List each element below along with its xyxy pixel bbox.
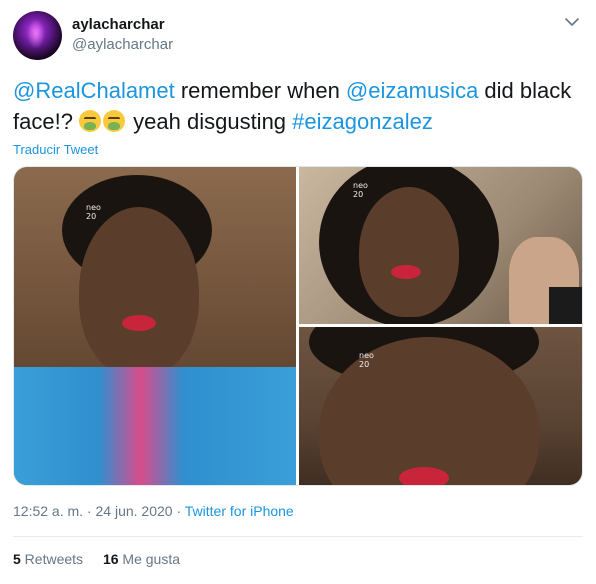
- photo-lips: [122, 315, 156, 331]
- photo-1[interactable]: neo 20: [14, 167, 296, 485]
- photo-clothing: [14, 367, 296, 485]
- mention-link[interactable]: @RealChalamet: [13, 78, 175, 103]
- watermark-line1: neo: [353, 181, 368, 190]
- photo-2[interactable]: neo 20: [299, 167, 582, 324]
- retweets-count: 5: [13, 551, 21, 567]
- nauseated-face-icon: [79, 110, 102, 132]
- watermark-line2: 20: [359, 360, 370, 369]
- photo-sleeve: [549, 287, 582, 324]
- media-grid: neo 20 neo 20 neo 20: [13, 166, 583, 486]
- chevron-down-icon[interactable]: [562, 12, 582, 32]
- likes-stat[interactable]: 16 Me gusta: [103, 551, 180, 567]
- tweet-time[interactable]: 12:52 a. m.: [13, 503, 83, 519]
- photo-3[interactable]: neo 20: [299, 327, 582, 485]
- retweets-stat[interactable]: 5 Retweets: [13, 551, 83, 567]
- nauseated-face-icon: [103, 110, 126, 132]
- tweet-text: @RealChalamet remember when @eizamusica …: [13, 75, 573, 137]
- watermark-line2: 20: [353, 190, 364, 199]
- watermark-line1: neo: [359, 351, 374, 360]
- tweet-stats: 5 Retweets 16 Me gusta: [13, 551, 180, 567]
- photo-face: [79, 207, 199, 377]
- hashtag-link[interactable]: #eizagonzalez: [292, 109, 433, 134]
- user-handle[interactable]: @aylacharchar: [72, 36, 173, 53]
- tweet-meta: 12:52 a. m. · 24 jun. 2020 · Twitter for…: [13, 503, 294, 519]
- photo-lips: [399, 467, 449, 485]
- retweets-label: Retweets: [20, 551, 84, 567]
- tweet-text-segment: yeah disgusting: [127, 109, 293, 134]
- translate-tweet-link[interactable]: Traducir Tweet: [13, 142, 98, 157]
- meta-separator: ·: [172, 503, 185, 519]
- photo-face: [359, 187, 459, 317]
- photo-lips: [391, 265, 421, 279]
- likes-label: Me gusta: [118, 551, 180, 567]
- avatar[interactable]: [13, 11, 62, 60]
- watermark-line2: 20: [86, 212, 97, 221]
- tweet-date[interactable]: 24 jun. 2020: [96, 503, 173, 519]
- watermark: neo 20: [359, 351, 374, 369]
- tweet-card: aylacharchar @aylacharchar @RealChalamet…: [0, 0, 596, 584]
- watermark: neo 20: [86, 203, 101, 221]
- meta-separator: ·: [83, 503, 96, 519]
- watermark-line1: neo: [86, 203, 101, 212]
- display-name[interactable]: aylacharchar: [72, 16, 165, 33]
- tweet-text-segment: remember when: [174, 78, 346, 103]
- watermark: neo 20: [353, 181, 368, 199]
- tweet-source-link[interactable]: Twitter for iPhone: [185, 503, 294, 519]
- likes-count: 16: [102, 551, 119, 567]
- divider: [13, 536, 583, 537]
- mention-link[interactable]: @eizamusica: [346, 78, 478, 103]
